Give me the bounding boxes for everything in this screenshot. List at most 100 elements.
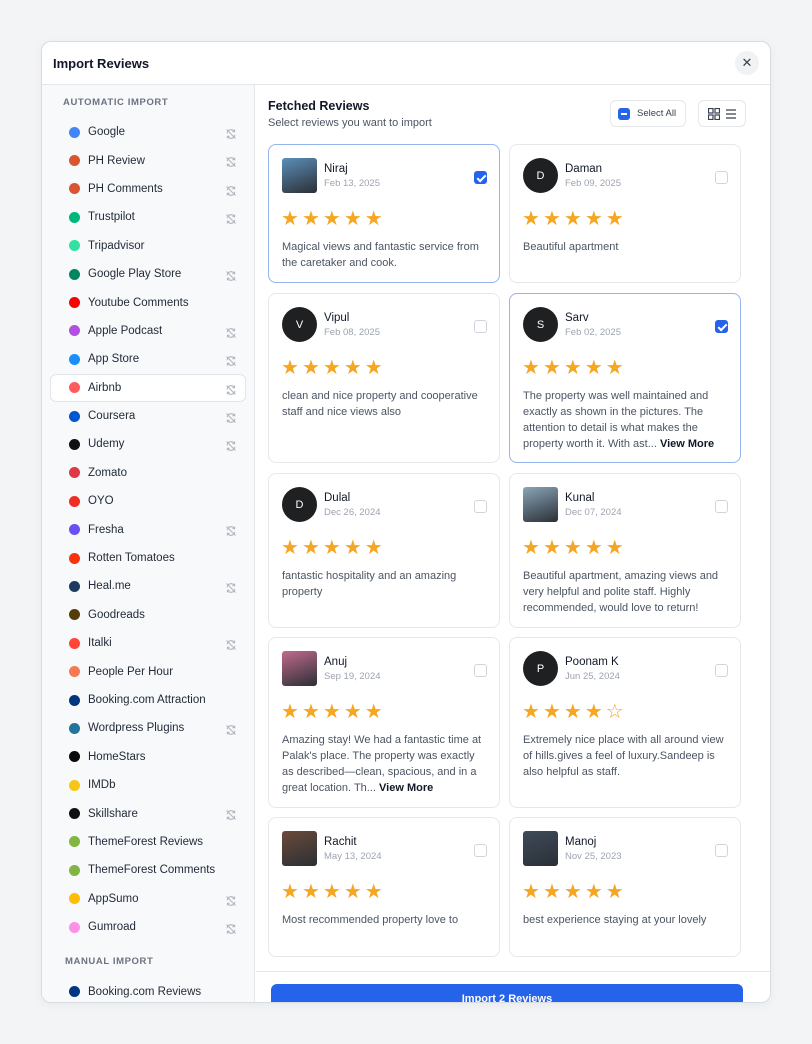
source-item-heal-me[interactable]: Heal.me <box>50 572 246 600</box>
source-item-appsumo[interactable]: AppSumo <box>50 885 246 913</box>
review-select-checkbox[interactable] <box>715 500 728 513</box>
sync-disabled-icon[interactable] <box>225 524 237 537</box>
sync-disabled-icon[interactable] <box>225 894 237 906</box>
review-card[interactable]: D Daman Feb 09, 2025 ★ ★ ★ ★ ★ Beautiful apartme… <box>509 144 741 283</box>
sync-disabled-icon[interactable] <box>225 127 237 139</box>
list-view-icon[interactable] <box>725 108 737 120</box>
source-item-goodreads[interactable]: Goodreads <box>50 601 246 629</box>
review-card[interactable]: P Poonam K Jun 25, 2024 ★ ★ ★ ★ ☆ Extremely nice… <box>509 637 741 808</box>
sync-disabled-icon[interactable] <box>225 326 237 338</box>
view-more-link[interactable]: View More <box>660 438 714 450</box>
sync-disabled-icon[interactable] <box>225 212 237 225</box>
star-filled-icon: ★ <box>522 537 540 559</box>
star-empty-icon: ☆ <box>605 701 624 723</box>
star-rating: ★ ★ ★ ★ ★ <box>522 209 624 229</box>
source-item-trustpilot[interactable]: Trustpilot <box>50 203 246 231</box>
review-select-checkbox[interactable] <box>715 171 728 184</box>
select-all-button[interactable]: Select All <box>610 100 686 127</box>
source-item-youtube-comments[interactable]: Youtube Comments <box>50 288 246 316</box>
source-item-skillshare[interactable]: Skillshare <box>50 799 246 827</box>
source-item-oyo[interactable]: OYO <box>50 487 246 515</box>
import-reviews-button[interactable]: Import 2 Reviews <box>271 984 743 1002</box>
source-item-italki[interactable]: Italki <box>50 629 246 657</box>
source-item-people-per-hour[interactable]: People Per Hour <box>50 657 246 685</box>
source-item-app-store[interactable]: App Store <box>50 345 246 373</box>
star-filled-icon: ★ <box>364 881 383 903</box>
sync-disabled-icon[interactable] <box>225 184 237 196</box>
producthunt-icon <box>69 155 80 167</box>
source-item-google[interactable]: Google <box>50 118 246 146</box>
sync-disabled-icon[interactable] <box>225 269 237 281</box>
review-card[interactable]: Niraj Feb 13, 2025 ★ ★ ★ ★ ★ Magical views and … <box>268 144 500 283</box>
source-item-zomato[interactable]: Zomato <box>50 459 246 487</box>
sync-disabled-icon[interactable] <box>225 808 237 821</box>
trustpilot-icon <box>69 211 80 223</box>
review-card[interactable]: S Sarv Feb 02, 2025 ★ ★ ★ ★ ★ The property was w… <box>509 293 741 463</box>
booking-icon <box>69 986 80 998</box>
grid-view-icon[interactable] <box>707 107 720 120</box>
source-label: PH Review <box>88 154 145 167</box>
review-card[interactable]: V Vipul Feb 08, 2025 ★ ★ ★ ★ ★ clean and nice pr… <box>268 293 500 463</box>
star-rating: ★ ★ ★ ★ ★ <box>522 538 624 558</box>
source-item-rotten-tomatoes[interactable]: Rotten Tomatoes <box>50 544 246 572</box>
review-text: fantastic hospitality and an amazing pro… <box>282 568 487 600</box>
source-item-themeforest-reviews[interactable]: ThemeForest Reviews <box>50 828 246 856</box>
source-item-airbnb[interactable]: Airbnb <box>50 373 246 402</box>
review-select-checkbox[interactable] <box>474 664 487 677</box>
review-select-checkbox[interactable] <box>474 171 487 184</box>
review-select-checkbox[interactable] <box>474 320 487 333</box>
sync-disabled-icon[interactable] <box>225 354 237 367</box>
sync-disabled-icon[interactable] <box>225 383 237 395</box>
sync-disabled-icon[interactable] <box>225 922 237 934</box>
review-card[interactable]: Manoj Nov 25, 2023 ★ ★ ★ ★ ★ best experience st… <box>509 817 741 957</box>
review-card[interactable]: Kunal Dec 07, 2024 ★ ★ ★ ★ ★ Beautiful apartmen… <box>509 473 741 628</box>
star-filled-icon: ★ <box>563 537 582 559</box>
sync-disabled-icon[interactable] <box>225 581 237 594</box>
review-select-checkbox[interactable] <box>474 844 487 857</box>
source-item-ph-review[interactable]: PH Review <box>50 146 246 174</box>
review-card[interactable]: Anuj Sep 19, 2024 ★ ★ ★ ★ ★ Amazing stay! We ha… <box>268 637 500 808</box>
source-item-imdb[interactable]: IMDb <box>50 771 246 799</box>
source-label: HomeStars <box>88 750 146 763</box>
review-select-checkbox[interactable] <box>715 844 728 857</box>
star-filled-icon: ★ <box>281 701 299 723</box>
source-item-booking-com-attraction[interactable]: Booking.com Attraction <box>50 686 246 714</box>
coursera-icon <box>69 410 80 422</box>
automatic-source-list: Google PH Review PH Comments Trustpilot Trip… <box>42 118 254 941</box>
sync-disabled-icon[interactable] <box>225 411 237 423</box>
manual-source-list: Booking.com Reviews <box>42 977 254 1002</box>
source-label: Rotten Tomatoes <box>88 552 175 565</box>
sync-disabled-icon[interactable] <box>225 155 237 168</box>
star-filled-icon: ★ <box>563 881 582 903</box>
source-item-coursera[interactable]: Coursera <box>50 402 246 430</box>
source-item-booking-com-reviews[interactable]: Booking.com Reviews <box>50 977 246 1002</box>
source-item-wordpress-plugins[interactable]: Wordpress Plugins <box>50 714 246 742</box>
main-panel: Fetched Reviews Select reviews you want … <box>256 85 770 1002</box>
review-select-checkbox[interactable] <box>715 664 728 677</box>
sync-disabled-icon[interactable] <box>225 638 237 650</box>
review-card[interactable]: D Dulal Dec 26, 2024 ★ ★ ★ ★ ★ fantastic hospita… <box>268 473 500 628</box>
review-select-checkbox[interactable] <box>715 320 728 333</box>
source-item-fresha[interactable]: Fresha <box>50 515 246 543</box>
source-item-apple-podcast[interactable]: Apple Podcast <box>50 317 246 345</box>
source-item-ph-comments[interactable]: PH Comments <box>50 175 246 203</box>
review-select-checkbox[interactable] <box>474 500 487 513</box>
source-item-tripadvisor[interactable]: Tripadvisor <box>50 232 246 260</box>
fetched-title: Fetched Reviews <box>268 99 370 113</box>
gumroad-icon <box>69 921 80 933</box>
source-item-themeforest-comments[interactable]: ThemeForest Comments <box>50 856 246 884</box>
source-item-google-play-store[interactable]: Google Play Store <box>50 260 246 288</box>
source-item-gumroad[interactable]: Gumroad <box>50 913 246 941</box>
sync-disabled-icon[interactable] <box>225 439 237 452</box>
source-item-udemy[interactable]: Udemy <box>50 430 246 458</box>
source-item-homestars[interactable]: HomeStars <box>50 743 246 771</box>
review-body: Most recommended property love to <box>282 914 459 926</box>
star-filled-icon: ★ <box>584 208 603 230</box>
source-label: Italki <box>88 637 112 650</box>
review-text: Amazing stay! We had a fantastic time at… <box>282 732 487 796</box>
sync-disabled-icon[interactable] <box>225 723 237 736</box>
review-card[interactable]: Rachit May 13, 2024 ★ ★ ★ ★ ★ Most recommended … <box>268 817 500 957</box>
close-button[interactable]: ✕ <box>735 51 759 75</box>
view-more-link[interactable]: View More <box>379 782 433 794</box>
source-label: Youtube Comments <box>88 296 189 309</box>
